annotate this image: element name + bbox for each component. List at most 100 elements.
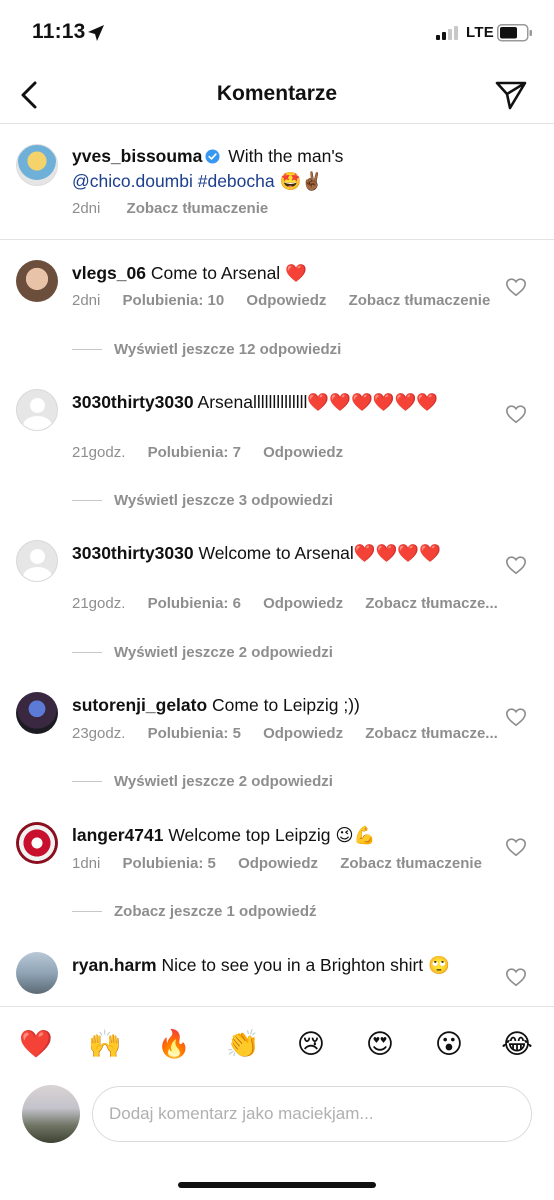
verified-badge-icon xyxy=(205,149,220,164)
view-more-replies-label: Zobacz jeszcze 1 odpowiedź xyxy=(114,903,317,920)
caption-mention[interactable]: @chico.doumbi #debocha xyxy=(72,171,275,191)
network-label: LTE xyxy=(466,24,495,41)
view-more-replies-label: Wyświetl jeszcze 3 odpowiedzi xyxy=(114,492,333,509)
comment-likes[interactable]: Polubienia: 7 xyxy=(148,444,241,461)
translate-link[interactable]: Zobacz tłumacze... xyxy=(365,725,498,742)
comment-text: sutorenji_gelato Come to Leipzig ;)) xyxy=(72,692,492,718)
paper-plane-icon xyxy=(495,81,527,110)
comment-body: Come to Arsenal xyxy=(150,263,281,283)
view-more-replies[interactable]: Wyświetl jeszcze 3 odpowiedzi xyxy=(72,492,333,509)
reply-button[interactable]: Odpowiedz xyxy=(246,292,326,309)
comment-time: 21godz. xyxy=(72,444,126,461)
comment-time: 23godz. xyxy=(72,725,126,742)
comment-time: 2dni xyxy=(72,292,101,309)
battery-icon xyxy=(497,24,532,42)
reply-button[interactable]: Odpowiedz xyxy=(263,725,343,742)
view-more-replies-label: Wyświetl jeszcze 2 odpowiedzi xyxy=(114,773,333,790)
view-more-replies[interactable]: Wyświetl jeszcze 2 odpowiedzi xyxy=(72,773,333,790)
emoji-heart-button[interactable]: ❤️ xyxy=(19,1027,53,1061)
avatar[interactable] xyxy=(16,260,58,302)
emoji-tears-of-joy-button[interactable]: 😂 xyxy=(500,1027,534,1061)
like-heart-icon[interactable] xyxy=(505,836,527,858)
comment-username[interactable]: 3030thirty3030 xyxy=(72,392,194,412)
like-heart-icon[interactable] xyxy=(505,706,527,728)
comment-body: Welcome to Arsenal xyxy=(198,543,354,563)
comment-composer xyxy=(0,1082,554,1162)
emoji-clap-button[interactable]: 👏 xyxy=(226,1027,260,1061)
view-more-replies[interactable]: Wyświetl jeszcze 2 odpowiedzi xyxy=(72,644,333,661)
comment-text: langer4741 Welcome top Leipzig 😉💪 xyxy=(72,822,492,848)
caption-translate-link[interactable]: Zobacz tłumaczenie xyxy=(127,200,269,217)
comment-meta: 21godz. Polubienia: 7 Odpowiedz xyxy=(72,444,361,461)
comment-time: 1dni xyxy=(72,855,101,872)
comment-emoji: ❤️❤️❤️❤️ xyxy=(353,543,441,563)
comment-username[interactable]: vlegs_06 xyxy=(72,263,146,283)
comment-meta: 23godz. Polubienia: 5 Odpowiedz Zobacz t… xyxy=(72,725,516,742)
signal-icon xyxy=(436,26,458,40)
translate-link[interactable]: Zobacz tłumaczenie xyxy=(349,292,491,309)
like-heart-icon[interactable] xyxy=(505,403,527,425)
emoji-crying-button[interactable]: 😢 xyxy=(294,1027,328,1061)
comment-text: ryan.harm Nice to see you in a Brighton … xyxy=(72,952,492,978)
emoji-fire-button[interactable]: 🔥 xyxy=(157,1027,191,1061)
view-more-replies-label: Wyświetl jeszcze 2 odpowiedzi xyxy=(114,644,333,661)
comment-text: 3030thirty3030 Arsenallllllllllllll❤️❤️❤… xyxy=(72,389,492,415)
share-button[interactable] xyxy=(492,76,530,114)
comment-username[interactable]: 3030thirty3030 xyxy=(72,543,194,563)
status-time: 11:13 xyxy=(32,20,86,43)
like-heart-icon[interactable] xyxy=(505,554,527,576)
avatar[interactable] xyxy=(16,389,58,431)
comment-body: Nice to see you in a Brighton shirt xyxy=(161,955,424,975)
comment-username[interactable]: langer4741 xyxy=(72,825,163,845)
caption-meta: 2dni Zobacz tłumaczenie xyxy=(72,200,290,217)
view-more-replies[interactable]: Wyświetl jeszcze 12 odpowiedzi xyxy=(72,341,341,358)
comment-time: 21godz. xyxy=(72,595,126,612)
like-heart-icon[interactable] xyxy=(505,966,527,988)
reply-button[interactable]: Odpowiedz xyxy=(263,444,343,461)
comment-likes[interactable]: Polubienia: 5 xyxy=(148,725,241,742)
translate-link[interactable]: Zobacz tłumacze... xyxy=(365,595,498,612)
caption-emojis: 🤩✌🏾 xyxy=(279,171,324,191)
comment-likes[interactable]: Polubienia: 6 xyxy=(148,595,241,612)
comment-meta: 21godz. Polubienia: 6 Odpowiedz Zobacz t… xyxy=(72,595,516,612)
comment-likes[interactable]: Polubienia: 5 xyxy=(123,855,216,872)
view-more-replies-label: Wyświetl jeszcze 12 odpowiedzi xyxy=(114,341,342,358)
comment-likes[interactable]: Polubienia: 10 xyxy=(123,292,225,309)
comment-body: Welcome top Leipzig xyxy=(168,825,331,845)
reply-button[interactable]: Odpowiedz xyxy=(263,595,343,612)
comment-username[interactable]: sutorenji_gelato xyxy=(72,695,207,715)
emoji-surprised-button[interactable]: 😮 xyxy=(432,1027,466,1061)
avatar[interactable] xyxy=(16,952,58,994)
avatar[interactable] xyxy=(16,822,58,864)
comment-body: Arsenallllllllllllll xyxy=(197,392,308,412)
comment-text: 3030thirty3030 Welcome to Arsenal❤️❤️❤️❤… xyxy=(72,540,492,566)
view-more-replies[interactable]: Zobacz jeszcze 1 odpowiedź xyxy=(72,903,317,920)
comment-username[interactable]: ryan.harm xyxy=(72,955,157,975)
home-indicator xyxy=(178,1182,376,1188)
replies-divider xyxy=(72,349,102,350)
comment-emoji: ❤️❤️❤️❤️❤️❤️ xyxy=(307,392,439,412)
emoji-quick-bar: ❤️ 🙌 🔥 👏 😢 😍 😮 😂 xyxy=(0,1006,554,1082)
comment-emoji: 🙄 xyxy=(428,955,450,975)
replies-divider xyxy=(72,911,102,912)
caption-body: With the man's xyxy=(228,146,344,166)
translate-link[interactable]: Zobacz tłumaczenie xyxy=(340,855,482,872)
avatar[interactable] xyxy=(16,692,58,734)
location-arrow-icon xyxy=(88,25,104,41)
emoji-heart-eyes-button[interactable]: 😍 xyxy=(363,1027,397,1061)
avatar[interactable] xyxy=(16,144,58,186)
like-heart-icon[interactable] xyxy=(505,276,527,298)
comment-input[interactable] xyxy=(92,1086,532,1142)
caption-time: 2dni xyxy=(72,200,101,217)
emoji-raised-hands-button[interactable]: 🙌 xyxy=(88,1027,122,1061)
status-bar: 11:13 LTE xyxy=(0,0,554,66)
page-title: Komentarze xyxy=(216,82,338,105)
replies-divider xyxy=(72,652,102,653)
replies-divider xyxy=(72,500,102,501)
comment-meta: 2dni Polubienia: 10 Odpowiedz Zobacz tłu… xyxy=(72,292,508,309)
reply-button[interactable]: Odpowiedz xyxy=(238,855,318,872)
replies-divider xyxy=(72,781,102,782)
comment-emoji: 😉💪 xyxy=(335,825,376,845)
avatar[interactable] xyxy=(16,540,58,582)
caption-username[interactable]: yves_bissouma xyxy=(72,146,202,166)
